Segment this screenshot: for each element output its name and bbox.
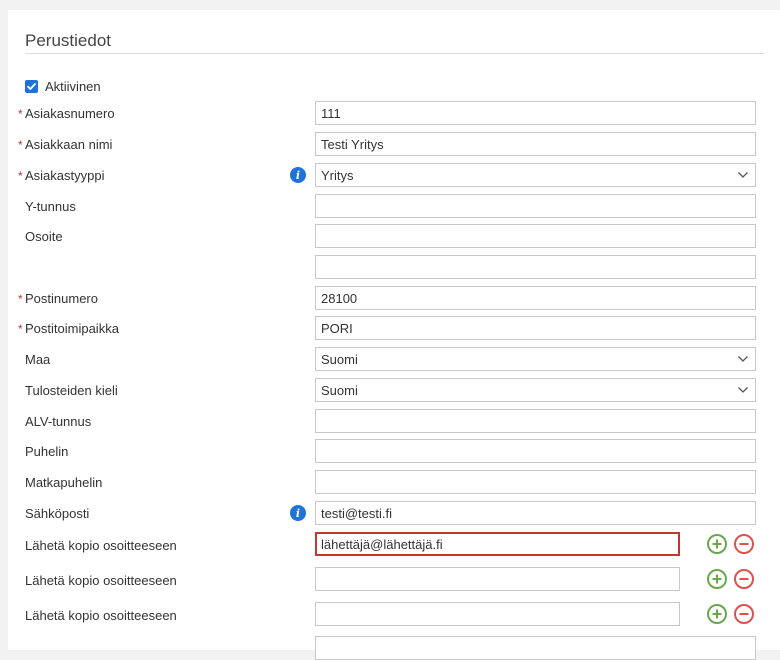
address-line1-input[interactable] <box>315 224 756 248</box>
mobile-label: Matkapuhelin <box>25 475 103 490</box>
customer-number-label: Asiakasnumero <box>25 106 115 121</box>
required-mark: * <box>18 322 23 336</box>
business-id-label: Y-tunnus <box>25 199 76 214</box>
vat-id-label: ALV-tunnus <box>25 414 92 429</box>
city-label: Postitoimipaikka <box>25 321 119 336</box>
print-language-select[interactable]: Suomi <box>315 378 756 402</box>
customer-type-label: Asiakastyyppi <box>25 168 105 183</box>
country-value: Suomi <box>321 351 358 367</box>
plus-circle-icon[interactable] <box>707 569 727 589</box>
city-input[interactable] <box>315 316 756 340</box>
info-icon[interactable]: i <box>290 167 306 183</box>
active-label: Aktiivinen <box>45 78 101 94</box>
minus-circle-icon[interactable] <box>734 604 754 624</box>
copy-email-label: Lähetä kopio osoitteeseen <box>25 573 177 588</box>
info-icon[interactable]: i <box>290 505 306 521</box>
chevron-down-icon <box>736 352 750 366</box>
email-label: Sähköposti <box>25 506 90 521</box>
print-language-label: Tulosteiden kieli <box>25 383 118 398</box>
copy-email-input[interactable] <box>315 532 680 556</box>
postal-code-input[interactable] <box>315 286 756 310</box>
address-line2-input[interactable] <box>315 255 756 279</box>
country-select[interactable]: Suomi <box>315 347 756 371</box>
minus-circle-icon[interactable] <box>734 534 754 554</box>
chevron-down-icon <box>736 168 750 182</box>
required-mark: * <box>18 138 23 152</box>
customer-name-label: Asiakkaan nimi <box>25 137 113 152</box>
checkmark-icon <box>27 82 36 90</box>
customer-name-input[interactable] <box>315 132 756 156</box>
plus-circle-icon[interactable] <box>707 534 727 554</box>
vat-id-input[interactable] <box>315 409 756 433</box>
copy-email-input[interactable] <box>315 602 680 626</box>
mobile-input[interactable] <box>315 470 756 494</box>
required-mark: * <box>18 169 23 183</box>
active-checkbox[interactable] <box>25 79 38 93</box>
customer-number-input[interactable] <box>315 101 756 125</box>
business-id-input[interactable] <box>315 194 756 218</box>
copy-email-input[interactable] <box>315 567 680 591</box>
postal-code-label: Postinumero <box>25 291 98 306</box>
address-label: Osoite <box>25 229 63 244</box>
country-label: Maa <box>25 352 51 367</box>
chevron-down-icon <box>736 383 750 397</box>
phone-input[interactable] <box>315 439 756 463</box>
required-mark: * <box>18 107 23 121</box>
form-panel: Perustiedot Aktiivinen * Asiakasnumero *… <box>8 10 780 660</box>
section-divider <box>25 53 764 54</box>
plus-circle-icon[interactable] <box>707 604 727 624</box>
copy-email-label: Lähetä kopio osoitteeseen <box>25 538 177 553</box>
copy-email-label: Lähetä kopio osoitteeseen <box>25 608 177 623</box>
active-checkbox-row[interactable]: Aktiivinen <box>25 78 101 94</box>
minus-circle-icon[interactable] <box>734 569 754 589</box>
required-mark: * <box>18 292 23 306</box>
email-input[interactable] <box>315 501 756 525</box>
print-language-value: Suomi <box>321 382 358 398</box>
customer-type-select[interactable]: Yritys <box>315 163 756 187</box>
section-title: Perustiedot <box>25 31 111 50</box>
customer-type-value: Yritys <box>321 167 354 183</box>
phone-label: Puhelin <box>25 444 69 459</box>
next-field-input[interactable] <box>315 636 756 660</box>
